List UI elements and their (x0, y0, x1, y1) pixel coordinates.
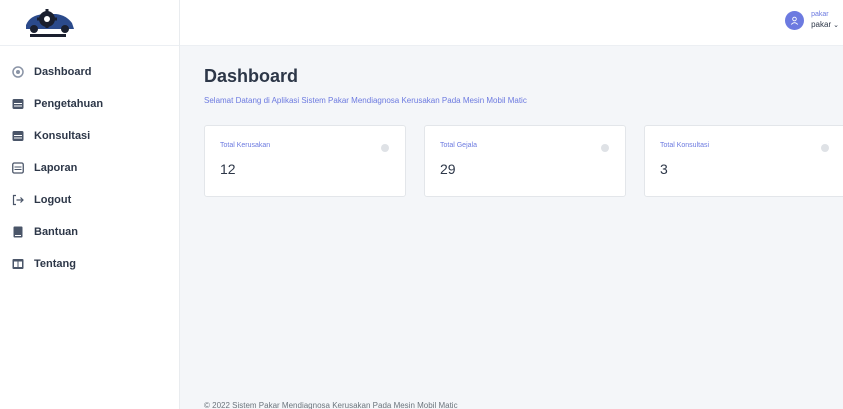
sidebar-nav: Dashboard Pengetahuan Konsultasi Laporan… (0, 46, 179, 280)
main-content: Dashboard Selamat Datang di Aplikasi Sis… (180, 46, 843, 409)
book-icon (12, 226, 24, 238)
database-icon (12, 98, 24, 110)
sidebar-item-bantuan[interactable]: Bantuan (0, 216, 179, 248)
page-title: Dashboard (204, 66, 299, 86)
dashboard-icon (12, 66, 24, 78)
logout-icon (12, 194, 24, 206)
status-dot-icon (381, 144, 389, 152)
stat-card-value: 3 (660, 161, 668, 177)
stat-card-label: Total Kerusakan (220, 142, 271, 149)
sidebar-item-label: Pengetahuan (34, 98, 104, 110)
sidebar-item-tentang[interactable]: Tentang (0, 248, 179, 280)
page-subtitle: Selamat Datang di Aplikasi Sistem Pakar … (204, 96, 527, 105)
sidebar-item-label: Bantuan (34, 226, 78, 238)
sidebar-item-konsultasi[interactable]: Konsultasi (0, 120, 179, 152)
sidebar-item-dashboard[interactable]: Dashboard (0, 56, 179, 88)
status-dot-icon (821, 144, 829, 152)
user-role: pakar (811, 11, 829, 18)
stat-card-label: Total Gejala (440, 142, 477, 149)
stat-card-value: 29 (440, 161, 456, 177)
status-dot-icon (601, 144, 609, 152)
app-logo[interactable] (0, 0, 179, 46)
sidebar-item-label: Dashboard (34, 66, 92, 78)
avatar[interactable] (785, 11, 805, 30)
database-icon (12, 130, 24, 142)
stat-card-value: 12 (220, 161, 236, 177)
user-name[interactable]: pakar ⌄ (811, 20, 839, 31)
user-icon (790, 16, 799, 25)
sidebar: Dashboard Pengetahuan Konsultasi Laporan… (0, 0, 180, 409)
stat-card-konsultasi: Total Konsultasi 3 (644, 125, 843, 197)
sidebar-item-label: Logout (34, 194, 72, 206)
stat-card-label: Total Konsultasi (660, 142, 710, 149)
sidebar-item-label: Laporan (34, 162, 78, 174)
sidebar-item-label: Konsultasi (34, 130, 91, 142)
report-icon (12, 162, 24, 174)
car-gear-logo-icon (26, 8, 74, 37)
user-info: pakar pakar ⌄ (811, 10, 839, 31)
sidebar-item-logout[interactable]: Logout (0, 184, 179, 216)
user-menu[interactable]: pakar pakar ⌄ (785, 10, 839, 31)
chevron-down-icon[interactable]: ⌄ (833, 22, 839, 29)
stat-card-kerusakan: Total Kerusakan 12 (204, 125, 406, 197)
sidebar-item-laporan[interactable]: Laporan (0, 152, 179, 184)
sidebar-item-label: Tentang (34, 258, 76, 270)
user-name-label: pakar (811, 20, 832, 29)
footer-text: © 2022 Sistem Pakar Mendiagnosa Kerusaka… (204, 401, 458, 409)
stat-card-gejala: Total Gejala 29 (424, 125, 626, 197)
about-icon (12, 258, 24, 270)
sidebar-item-pengetahuan[interactable]: Pengetahuan (0, 88, 179, 120)
top-bar: pakar pakar ⌄ (180, 0, 843, 46)
